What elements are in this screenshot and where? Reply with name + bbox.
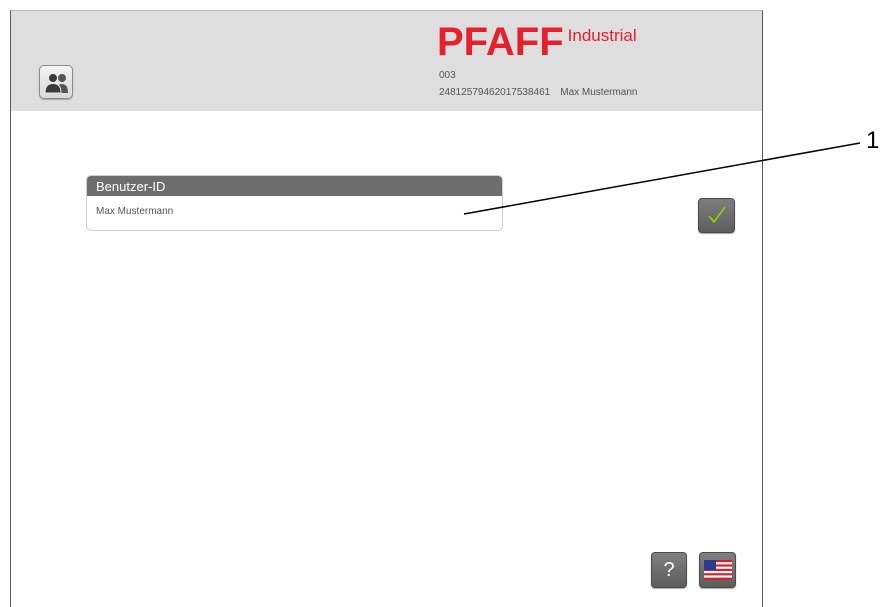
callout-number: 1 <box>866 127 880 154</box>
callout-leader-line <box>463 142 861 215</box>
